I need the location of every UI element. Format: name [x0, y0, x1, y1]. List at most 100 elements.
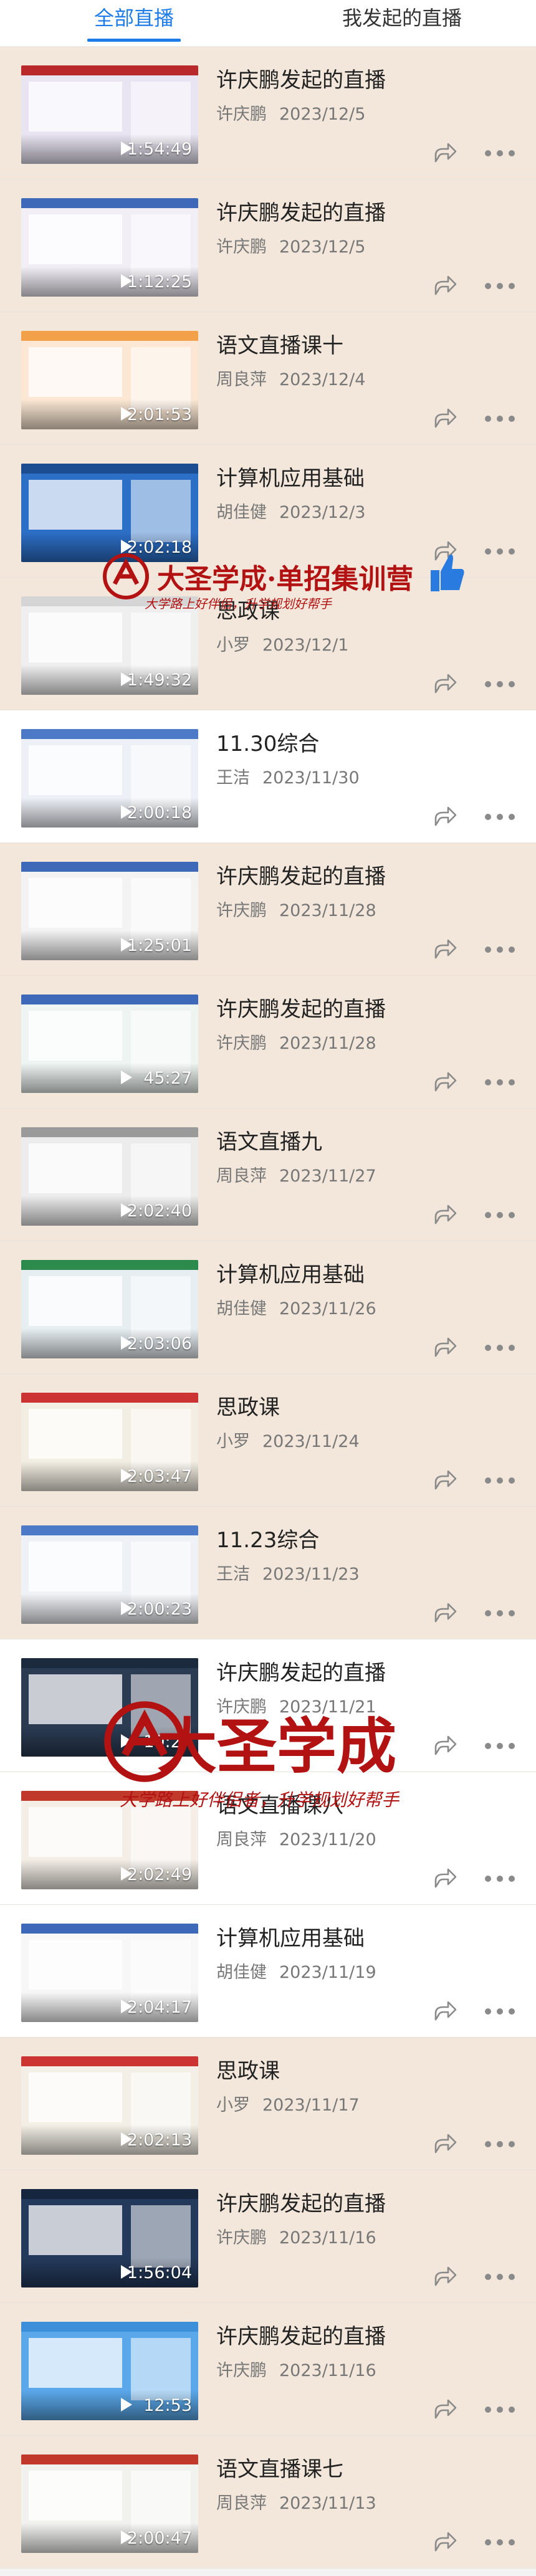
- live-title[interactable]: 许庆鹏发起的直播: [216, 992, 386, 1023]
- video-thumbnail[interactable]: 2:02:13: [21, 2056, 198, 2155]
- video-duration: 10:27: [143, 1732, 192, 1752]
- video-thumbnail[interactable]: 2:01:53: [21, 331, 198, 429]
- share-icon[interactable]: [432, 937, 457, 961]
- live-list-item[interactable]: 2:00:18 11.30综合 王洁 2023/11/30: [0, 710, 536, 843]
- live-title[interactable]: 思政课: [216, 2054, 280, 2084]
- more-options-icon[interactable]: [485, 2141, 515, 2147]
- live-list-item[interactable]: 1:12:25 许庆鹏发起的直播 许庆鹏 2023/12/5: [0, 179, 536, 312]
- live-list-item[interactable]: 2:02:18 计算机应用基础 胡佳健 2023/12/3: [0, 445, 536, 578]
- more-options-icon[interactable]: [485, 814, 515, 820]
- more-options-icon[interactable]: [485, 1876, 515, 1882]
- live-title[interactable]: 计算机应用基础: [216, 1257, 365, 1288]
- live-list-item[interactable]: 1:25:01 许庆鹏发起的直播 许庆鹏 2023/11/28: [0, 843, 536, 976]
- share-icon[interactable]: [432, 140, 457, 165]
- live-list-item[interactable]: 2:01:53 语文直播课十 周良萍 2023/12/4: [0, 312, 536, 445]
- share-icon[interactable]: [432, 273, 457, 298]
- share-icon[interactable]: [432, 538, 457, 563]
- share-icon[interactable]: [432, 1733, 457, 1758]
- more-options-icon[interactable]: [485, 2539, 515, 2545]
- more-options-icon[interactable]: [485, 681, 515, 687]
- live-date: 2023/11/19: [279, 1963, 376, 1982]
- live-title[interactable]: 11.23综合: [216, 1523, 319, 1553]
- more-options-icon[interactable]: [485, 2008, 515, 2015]
- video-thumbnail[interactable]: 2:02:49: [21, 1791, 198, 1889]
- live-title[interactable]: 许庆鹏发起的直播: [216, 63, 386, 93]
- live-list-item[interactable]: 2:00:47 语文直播课七 周良萍 2023/11/13: [0, 2436, 536, 2569]
- more-options-icon[interactable]: [485, 1610, 515, 1616]
- share-icon[interactable]: [432, 2264, 457, 2289]
- live-list-item[interactable]: 45:27 许庆鹏发起的直播 许庆鹏 2023/11/28: [0, 976, 536, 1109]
- live-title[interactable]: 语文直播课七: [216, 2452, 343, 2483]
- video-thumbnail[interactable]: 1:12:25: [21, 198, 198, 297]
- more-options-icon[interactable]: [485, 416, 515, 422]
- live-title[interactable]: 许庆鹏发起的直播: [216, 196, 386, 226]
- more-options-icon[interactable]: [485, 1212, 515, 1218]
- share-icon[interactable]: [432, 2131, 457, 2156]
- video-thumbnail[interactable]: 2:00:47: [21, 2454, 198, 2553]
- live-list-item[interactable]: 2:02:13 思政课 小罗 2023/11/17: [0, 2038, 536, 2170]
- live-list-item[interactable]: 1:56:04 许庆鹏发起的直播 许庆鹏 2023/11/16: [0, 2170, 536, 2303]
- live-title[interactable]: 许庆鹏发起的直播: [216, 2319, 386, 2350]
- more-options-icon[interactable]: [485, 283, 515, 289]
- live-author: 周良萍: [216, 1166, 267, 1186]
- more-options-icon[interactable]: [485, 1079, 515, 1085]
- more-options-icon[interactable]: [485, 150, 515, 156]
- video-thumbnail[interactable]: 12:53: [21, 2322, 198, 2420]
- live-title[interactable]: 语文直播课十: [216, 328, 343, 359]
- live-list-item[interactable]: 12:53 许庆鹏发起的直播 许庆鹏 2023/11/16: [0, 2303, 536, 2436]
- video-thumbnail[interactable]: 1:54:49: [21, 65, 198, 164]
- share-icon[interactable]: [432, 1998, 457, 2023]
- share-icon[interactable]: [432, 1600, 457, 1625]
- more-options-icon[interactable]: [485, 1743, 515, 1749]
- live-title[interactable]: 11.30综合: [216, 727, 319, 757]
- share-icon[interactable]: [432, 2397, 457, 2421]
- video-thumbnail[interactable]: 2:04:17: [21, 1924, 198, 2022]
- video-thumbnail[interactable]: 2:00:23: [21, 1525, 198, 1624]
- live-title[interactable]: 语文直播九: [216, 1125, 322, 1155]
- share-icon[interactable]: [432, 1202, 457, 1227]
- video-thumbnail[interactable]: 2:02:18: [21, 464, 198, 562]
- share-icon[interactable]: [432, 1335, 457, 1360]
- live-list-item[interactable]: 2:02:40 语文直播九 周良萍 2023/11/27: [0, 1109, 536, 1241]
- video-thumbnail[interactable]: 1:49:32: [21, 596, 198, 695]
- share-icon[interactable]: [432, 804, 457, 829]
- live-title[interactable]: 许庆鹏发起的直播: [216, 2187, 386, 2217]
- live-list-item[interactable]: 2:04:17 计算机应用基础 胡佳健 2023/11/19: [0, 1905, 536, 2038]
- share-icon[interactable]: [432, 406, 457, 431]
- share-icon[interactable]: [432, 2529, 457, 2554]
- video-thumbnail[interactable]: 2:03:06: [21, 1260, 198, 1358]
- live-title[interactable]: 思政课: [216, 1390, 280, 1421]
- more-options-icon[interactable]: [485, 2407, 515, 2413]
- live-title[interactable]: 许庆鹏发起的直播: [216, 1656, 386, 1686]
- live-title[interactable]: 语文直播课八: [216, 1788, 343, 1819]
- more-options-icon[interactable]: [485, 548, 515, 555]
- share-icon[interactable]: [432, 1467, 457, 1492]
- more-options-icon[interactable]: [485, 1345, 515, 1351]
- share-icon[interactable]: [432, 1866, 457, 1891]
- video-thumbnail[interactable]: 1:25:01: [21, 862, 198, 960]
- live-list-item[interactable]: 1:54:49 许庆鹏发起的直播 许庆鹏 2023/12/5: [0, 47, 536, 179]
- live-title[interactable]: 计算机应用基础: [216, 461, 365, 492]
- share-icon[interactable]: [432, 1069, 457, 1094]
- live-list-item[interactable]: 2:02:49 语文直播课八 周良萍 2023/11/20: [0, 1772, 536, 1905]
- video-thumbnail[interactable]: 10:27: [21, 1658, 198, 1757]
- video-thumbnail[interactable]: 2:03:47: [21, 1393, 198, 1491]
- live-list-item[interactable]: 10:27 许庆鹏发起的直播 许庆鹏 2023/11/21: [0, 1639, 536, 1772]
- live-author: 周良萍: [216, 370, 267, 389]
- live-list-item[interactable]: 2:03:47 思政课 小罗 2023/11/24: [0, 1374, 536, 1507]
- video-thumbnail[interactable]: 1:56:04: [21, 2189, 198, 2287]
- live-list-item[interactable]: 2:00:23 11.23综合 王洁 2023/11/23: [0, 1507, 536, 1639]
- live-list-item[interactable]: 1:49:32 思政课 小罗 2023/12/1: [0, 578, 536, 710]
- video-thumbnail[interactable]: 2:00:18: [21, 729, 198, 828]
- video-thumbnail[interactable]: 2:02:40: [21, 1127, 198, 1226]
- more-options-icon[interactable]: [485, 2274, 515, 2280]
- live-title[interactable]: 思政课: [216, 594, 280, 624]
- more-options-icon[interactable]: [485, 947, 515, 953]
- live-list-item[interactable]: 2:03:06 计算机应用基础 胡佳健 2023/11/26: [0, 1241, 536, 1374]
- live-title[interactable]: 许庆鹏发起的直播: [216, 859, 386, 890]
- more-options-icon[interactable]: [485, 1477, 515, 1484]
- share-icon[interactable]: [432, 671, 457, 696]
- tab-my-live[interactable]: 我发起的直播: [268, 0, 536, 47]
- live-title[interactable]: 计算机应用基础: [216, 1921, 365, 1952]
- video-thumbnail[interactable]: 45:27: [21, 995, 198, 1093]
